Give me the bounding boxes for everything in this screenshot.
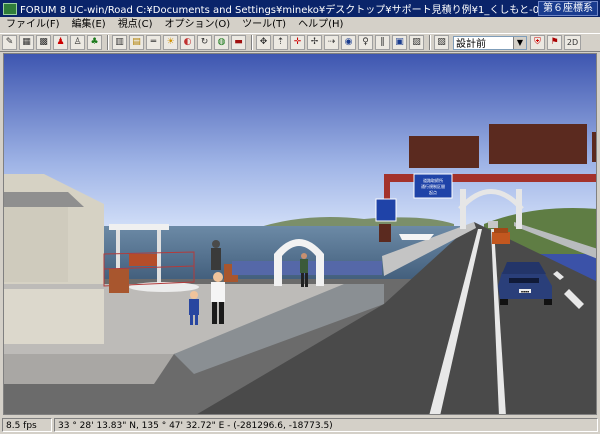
navigate-icon[interactable]: ✛ (290, 35, 305, 50)
globe-icon[interactable]: ◍ (214, 35, 229, 50)
toolbar-separator (429, 35, 431, 50)
menu-edit[interactable]: 編集(E) (66, 17, 112, 33)
bench (109, 269, 129, 293)
move-up-icon[interactable]: ⇡ (273, 35, 288, 50)
road-sign-text: 起点 (429, 189, 437, 195)
title-bar: FORUM 8 UC-win/Road C:¥Documents and Set… (0, 0, 600, 17)
plaza-edge (4, 354, 174, 384)
grid-icon[interactable]: ▦ (19, 35, 34, 50)
car-orange (492, 228, 510, 244)
sign-board (379, 224, 391, 242)
building-lower (4, 289, 104, 344)
road-sign-text: 道路取締所 (423, 177, 443, 183)
drive-icon[interactable]: ▣ (392, 35, 407, 50)
menu-bar: ファイル(F) 編集(E) 視点(C) オプション(O) ツール(T) ヘルプ(… (0, 17, 600, 34)
coordinate-system-label[interactable]: 第６座標系 (538, 1, 598, 16)
figure-icon[interactable]: ♀ (358, 35, 373, 50)
toolbar: ✎ ▦ ▩ ♟ ♙ ♣ ▥ ▤ ═ ☀ ◐ ↻ ◍ ▬ ✥ ⇡ ✛ ✢ ⇢ ◉ … (0, 33, 600, 52)
boat (399, 234, 434, 240)
person-statue (211, 240, 221, 270)
window-title: FORUM 8 UC-win/Road C:¥Documents and Set… (20, 5, 538, 16)
billboard (592, 132, 596, 162)
record-icon[interactable]: ◉ (341, 35, 356, 50)
road-sign-text: 通行規制区間 (421, 183, 445, 189)
person-walk-icon[interactable]: ♙ (70, 35, 85, 50)
fps-readout: 8.5 fps (2, 418, 52, 432)
pen-icon[interactable]: ✎ (2, 35, 17, 50)
photo-icon[interactable]: ▨ (409, 35, 424, 50)
pavilion-pillar (157, 230, 161, 285)
2d-toggle-button[interactable]: 2D (564, 35, 581, 50)
menu-view[interactable]: 視点(C) (112, 17, 159, 33)
toolbar-separator (251, 35, 253, 50)
menu-tools[interactable]: ツール(T) (236, 17, 292, 33)
menu-help[interactable]: ヘルプ(H) (292, 17, 349, 33)
scene-render: 道路取締所 通行規制区間 起点 ▪▪▪▪ (4, 54, 596, 414)
rotate-icon[interactable]: ↻ (197, 35, 212, 50)
car-plate-text: ▪▪▪▪ (521, 290, 529, 294)
sign-icon[interactable]: ▤ (129, 35, 144, 50)
flag-icon[interactable]: ⚑ (547, 35, 562, 50)
menu-options[interactable]: オプション(O) (158, 17, 236, 33)
billboard (489, 124, 587, 164)
3d-viewport[interactable]: 道路取締所 通行規制区間 起点 ▪▪▪▪ (3, 53, 597, 415)
location-readout: 33 ° 28' 13.83" N, 135 ° 47' 32.72" E - … (54, 418, 598, 432)
map-icon[interactable]: ▩ (36, 35, 51, 50)
road-icon[interactable]: ═ (146, 35, 161, 50)
road-sign-small (375, 198, 397, 222)
building-icon[interactable]: ▥ (112, 35, 127, 50)
status-bar: 8.5 fps 33 ° 28' 13.83" N, 135 ° 47' 32.… (0, 416, 600, 434)
light-icon[interactable]: ☀ (163, 35, 178, 50)
scenario-select[interactable]: 設計前 ▼ (453, 35, 527, 50)
pause-icon[interactable]: ‖ (375, 35, 390, 50)
palette-icon[interactable]: ◐ (180, 35, 195, 50)
app-icon (3, 2, 17, 15)
toolbar-separator (107, 35, 109, 50)
step-icon[interactable]: ⇢ (324, 35, 339, 50)
shield-icon[interactable]: ⛨ (530, 35, 545, 50)
billboard (409, 136, 479, 168)
car-icon[interactable]: ▬ (231, 35, 246, 50)
pavilion-roof (109, 224, 169, 230)
chevron-down-icon[interactable]: ▼ (513, 36, 526, 49)
person-red-icon[interactable]: ♟ (53, 35, 68, 50)
scenario-select-value: 設計前 (456, 39, 486, 50)
scenario-icon[interactable]: ▧ (434, 35, 449, 50)
tree-icon[interactable]: ♣ (87, 35, 102, 50)
pan-icon[interactable]: ✥ (256, 35, 271, 50)
bench (129, 254, 157, 266)
orbit-icon[interactable]: ✢ (307, 35, 322, 50)
car-far (488, 221, 498, 228)
menu-file[interactable]: ファイル(F) (0, 17, 66, 33)
